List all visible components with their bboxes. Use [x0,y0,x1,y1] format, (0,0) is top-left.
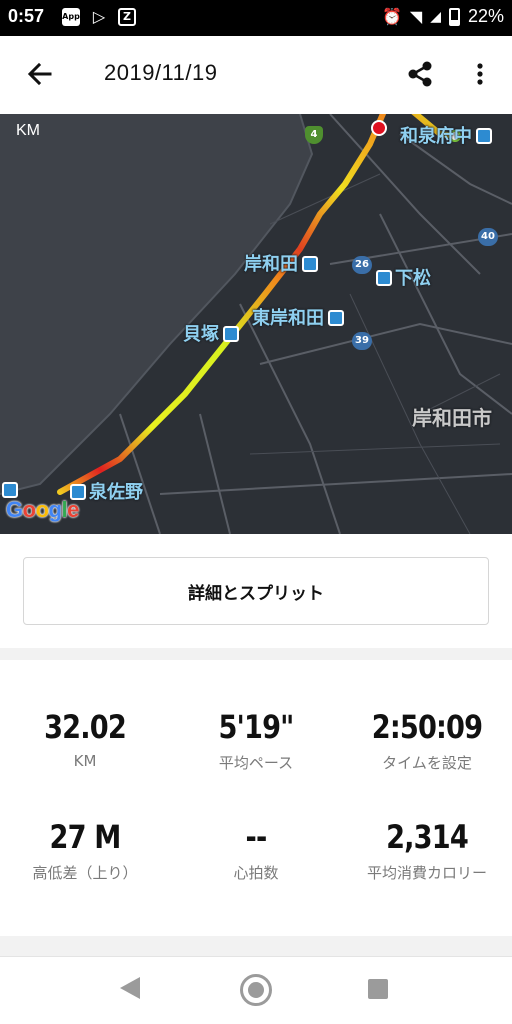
notification-icons: App ▷ Z [62,8,136,26]
nav-back-button[interactable] [120,977,140,999]
place-higashi-kishiwada: 東岸和田 [252,304,347,330]
route-badge-40: 40 [478,228,498,246]
place-izumisano: 泉佐野 [70,478,143,504]
split-section: 詳細とスプリット [0,534,512,648]
stat-elevation-label: 高低差（上り） [32,864,138,882]
route-start-marker [371,120,387,136]
stat-calories: 2,314 平均消費カロリー [342,818,512,883]
place-izumifuchu-label: 和泉府中 [400,126,472,147]
stat-distance-value: 32.02 [44,708,127,746]
stat-heart-rate: -- 心拍数 [171,818,341,883]
train-station-icon [2,482,18,498]
more-vertical-icon [477,63,483,85]
more-options-button[interactable] [466,56,494,92]
stat-elevation: 27 M 高低差（上り） [0,818,170,883]
alarm-icon: ⏰ [381,8,402,26]
train-station-icon [223,326,239,342]
status-bar: 0:57 App ▷ Z ⏰ ◥ ◢ 22% [0,0,512,36]
place-kishiwada-label: 岸和田 [244,254,298,275]
stat-distance: 32.02 KM [0,708,170,770]
app-notification-icon: App [62,8,80,26]
play-store-icon: ▷ [92,7,106,26]
place-shimomatsu-label: 下松 [395,268,431,289]
share-button[interactable] [402,56,438,92]
train-station-icon [302,256,318,272]
train-station-icon [376,270,392,286]
stat-heart-rate-value: -- [245,818,268,856]
stat-time-label: タイムを設定 [382,754,472,772]
details-splits-button[interactable]: 詳細とスプリット [23,557,489,625]
stat-pace-value: 5'19" [218,708,294,746]
route-badge-26: 26 [352,256,372,274]
nav-recents-button[interactable] [368,979,388,999]
google-logo: Google [6,497,79,522]
page-title: 2019/11/19 [104,60,218,85]
place-shimomatsu: 下松 [376,264,431,290]
place-higashi-kishiwada-label: 東岸和田 [252,308,324,329]
place-kishiwada-city: 岸和田市 [412,406,492,430]
place-kaizuka-label: 貝塚 [183,324,219,345]
place-kishiwada: 岸和田 [244,250,321,276]
share-icon [408,61,432,87]
stat-pace: 5'19" 平均ペース [171,708,341,773]
train-station-icon [328,310,344,326]
stat-time: 2:50:09 タイムを設定 [342,708,512,773]
wifi-icon: ◥ [409,8,423,26]
stat-distance-label: KM [73,752,97,770]
back-button[interactable] [22,56,58,92]
route-badge-39: 39 [352,332,372,350]
stat-calories-label: 平均消費カロリー [366,864,487,882]
status-time: 0:57 [8,6,45,26]
route-badge-4: 4 [305,126,323,144]
nav-home-button[interactable] [240,974,272,1006]
stat-heart-rate-label: 心拍数 [233,864,279,882]
place-izumisano-label: 泉佐野 [89,482,143,503]
map-unit-label: KM [16,122,40,139]
route-map[interactable]: KM 4 26 39 40 和泉府中 岸和田 下松 貝塚 東岸和田 岸和田市 泉… [0,114,512,534]
status-right: ⏰ ◥ ◢ 22% [382,6,504,27]
app-bar: 2019/11/19 [0,36,512,114]
arrow-left-icon [27,62,52,86]
stat-pace-label: 平均ペース [218,754,294,772]
signal-icon: ◢ [430,8,441,24]
stat-time-value: 2:50:09 [371,708,483,746]
stats-panel: 32.02 KM 5'19" 平均ペース 2:50:09 タイムを設定 27 M… [0,660,512,936]
battery-icon [448,7,460,26]
place-kaizuka: 貝塚 [183,320,242,346]
train-station-icon [476,128,492,144]
battery-percent: 22% [467,6,504,26]
system-nav-bar [0,956,512,1024]
stat-calories-value: 2,314 [386,818,469,856]
place-izumifuchu: 和泉府中 [400,122,495,148]
stat-elevation-value: 27 M [49,818,121,856]
app-icon-z: Z [118,8,136,26]
